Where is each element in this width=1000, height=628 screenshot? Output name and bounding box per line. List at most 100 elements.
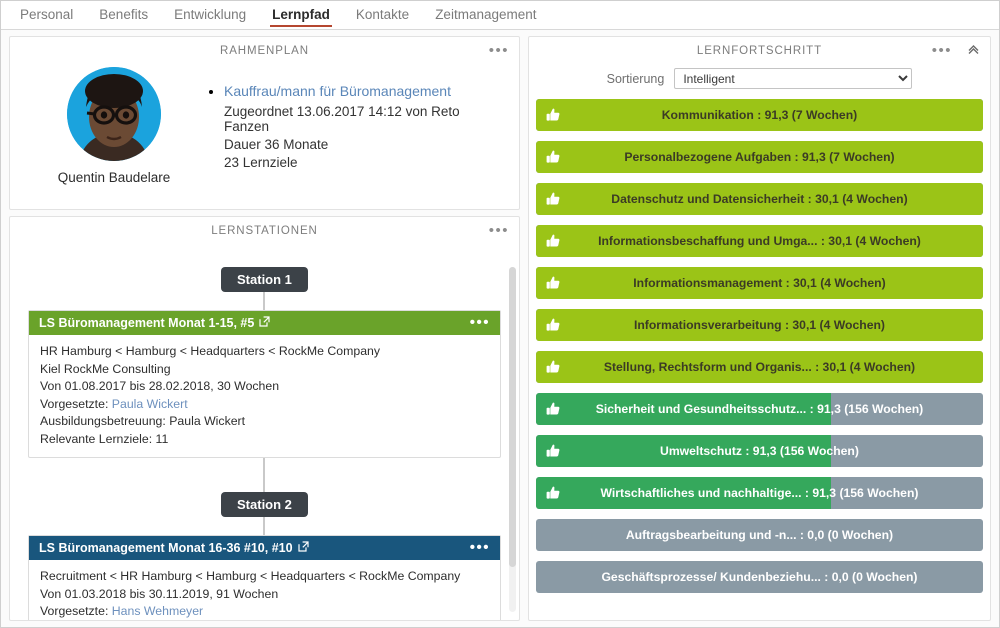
- station-detail-line: Ausbildungsbetreuung: Paula Wickert: [40, 414, 246, 428]
- supervisor-link[interactable]: Paula Wickert: [112, 397, 188, 411]
- page-body: RAHMENPLAN ••• Quentin Baudelare • Kauff…: [1, 30, 999, 627]
- thumbs-up-icon: [546, 444, 561, 459]
- station-detail-line: Vorgesetzte: Paula Wickert: [40, 396, 489, 414]
- station-menu-icon[interactable]: •••: [470, 315, 490, 330]
- progress-bar-label: Wirtschaftliches und nachhaltige... : 91…: [600, 486, 919, 500]
- thumbs-up-icon: [546, 486, 561, 501]
- progress-bar[interactable]: Stellung, Rechtsform und Organis... : 30…: [535, 351, 983, 383]
- station-card-header: LS Büromanagement Monat 1-15, #5 •••: [29, 311, 500, 335]
- plan-link[interactable]: Kauffrau/mann für Büromanagement: [224, 83, 451, 99]
- stations-list: Station 1 LS Büromanagement Monat 1-15, #…: [10, 245, 519, 620]
- nav-tab-lernpfad[interactable]: Lernpfad: [259, 3, 343, 28]
- thumbs-up-icon: [546, 108, 561, 123]
- station-card-body: Recruitment < HR Hamburg < Hamburg < Hea…: [29, 560, 500, 620]
- progress-bar[interactable]: Sicherheit und Gesundheitsschutz... : 91…: [535, 393, 983, 425]
- sort-row: Sortierung Intelligent: [529, 65, 990, 99]
- lernfortschritt-title: LERNFORTSCHRITT: [696, 45, 823, 57]
- thumbs-up-icon: [546, 234, 561, 249]
- station-title-wrap: LS Büromanagement Monat 1-15, #5: [39, 316, 270, 330]
- plan-list: Kauffrau/mann für Büromanagement Zugeord…: [204, 83, 505, 170]
- nav-tab-entwicklung[interactable]: Entwicklung: [161, 3, 259, 28]
- collapse-icon[interactable]: [967, 43, 980, 59]
- station-detail-line: Kiel RockMe Consulting: [40, 361, 171, 376]
- supervisor-link[interactable]: Hans Wehmeyer: [112, 604, 203, 618]
- progress-bar-label: Informationsmanagement : 30,1 (4 Wochen): [633, 276, 886, 290]
- progress-bar[interactable]: Informationsverarbeitung : 30,1 (4 Woche…: [535, 309, 983, 341]
- station-detail-line: Von 01.08.2017 bis 28.02.2018, 30 Wochen: [40, 379, 280, 393]
- lernfortschritt-card: LERNFORTSCHRITT ••• Sortierung Intellige…: [527, 36, 991, 621]
- progress-bar-label: Geschäftsprozesse/ Kundenbeziehu... : 0,…: [601, 570, 918, 584]
- station-detail-text: Vorgesetzte:: [40, 604, 112, 618]
- station-pill-wrap: Station 2: [24, 492, 505, 517]
- plan-duration: Dauer 36 Monate: [224, 137, 329, 152]
- external-link-icon[interactable]: [259, 316, 270, 330]
- thumbs-up-icon: [546, 402, 561, 417]
- progress-bar[interactable]: Geschäftsprozesse/ Kundenbeziehu... : 0,…: [535, 561, 983, 593]
- sort-select[interactable]: Intelligent: [674, 68, 913, 89]
- app-window: Personal Benefits Entwicklung Lernpfad Konta…: [0, 0, 1000, 628]
- lernstationen-card: LERNSTATIONEN ••• Station 1 LS Büromanage…: [9, 216, 520, 621]
- station-connector: [263, 292, 266, 310]
- employee-name: Quentin Baudelare: [57, 170, 171, 185]
- plan-goals: 23 Lernziele: [224, 155, 298, 170]
- nav-tab-personal[interactable]: Personal: [7, 3, 86, 28]
- lernfortschritt-header: LERNFORTSCHRITT •••: [529, 37, 990, 65]
- progress-bars: Kommunikation : 91,3 (7 Wochen) Personalb…: [529, 99, 990, 593]
- plan-info: Kauffrau/mann für Büromanagement Zugeord…: [204, 65, 505, 185]
- nav-tab-zeitmanagement[interactable]: Zeitmanagement: [422, 3, 549, 28]
- progress-bar-label: Umweltschutz : 91,3 (156 Wochen): [660, 444, 859, 458]
- progress-bar-label: Auftragsbearbeitung und -n... : 0,0 (0 W…: [625, 528, 894, 542]
- station-pill: Station 1: [221, 267, 308, 292]
- station-detail-text: Vorgesetzte:: [40, 396, 112, 411]
- progress-bar[interactable]: Informationsbeschaffung und Umga... : 30…: [535, 225, 983, 257]
- avatar: [67, 67, 161, 161]
- rahmenplan-header: RAHMENPLAN •••: [10, 37, 519, 65]
- station-card: LS Büromanagement Monat 16-36 #10, #10 ••…: [28, 535, 501, 620]
- right-column: LERNFORTSCHRITT ••• Sortierung Intellige…: [527, 36, 991, 621]
- thumbs-up-icon: [546, 360, 561, 375]
- progress-bar[interactable]: Kommunikation : 91,3 (7 Wochen): [535, 99, 983, 131]
- station-detail-line: Vorgesetzte: Hans Wehmeyer: [40, 603, 489, 620]
- thumbs-up-icon: [546, 276, 561, 291]
- station-detail-line: Relevante Lernziele: 11: [40, 431, 169, 446]
- stations-scrollbar[interactable]: [508, 267, 516, 612]
- lernfortschritt-menu-icon[interactable]: •••: [932, 43, 952, 58]
- left-column: RAHMENPLAN ••• Quentin Baudelare • Kauff…: [9, 36, 520, 621]
- thumbs-up-icon: [546, 318, 561, 333]
- progress-bar[interactable]: Informationsmanagement : 30,1 (4 Wochen): [535, 267, 983, 299]
- main-navigation: Personal Benefits Entwicklung Lernpfad Konta…: [1, 1, 999, 30]
- external-link-icon[interactable]: [297, 541, 309, 555]
- thumbs-up-icon: [546, 192, 561, 207]
- rahmenplan-title: RAHMENPLAN: [220, 45, 309, 57]
- progress-bar-label: Kommunikation : 91,3 (7 Wochen): [661, 108, 858, 122]
- station-detail-line: HR Hamburg < Hamburg < Headquarters < Ro…: [40, 344, 381, 358]
- station-card-body: HR Hamburg < Hamburg < Headquarters < Ro…: [29, 335, 500, 457]
- rahmenplan-card: RAHMENPLAN ••• Quentin Baudelare • Kauff…: [9, 36, 520, 210]
- lernstationen-menu-icon[interactable]: •••: [489, 223, 509, 238]
- station-pill: Station 2: [221, 492, 308, 517]
- rahmenplan-body: Quentin Baudelare Kauffrau/mann für Büro…: [10, 65, 519, 185]
- rahmenplan-menu-icon[interactable]: •••: [489, 43, 509, 58]
- progress-bar[interactable]: Umweltschutz : 91,3 (156 Wochen): [535, 435, 983, 467]
- progress-bar[interactable]: Personalbezogene Aufgaben : 91,3 (7 Woch…: [535, 141, 983, 173]
- station-card: LS Büromanagement Monat 1-15, #5 ••• HR Ha…: [28, 310, 501, 458]
- nav-tab-kontakte[interactable]: Kontakte: [343, 3, 422, 28]
- employee-block: Quentin Baudelare: [24, 65, 204, 185]
- plan-assigned: Zugeordnet 13.06.2017 14:12 von Reto Fan…: [224, 104, 460, 134]
- station-connector: [263, 517, 266, 535]
- progress-bar-label: Personalbezogene Aufgaben : 91,3 (7 Woch…: [624, 150, 895, 164]
- station-pill-wrap: Station 1: [24, 267, 505, 292]
- lernstationen-header: LERNSTATIONEN •••: [10, 217, 519, 245]
- station-menu-icon[interactable]: •••: [470, 540, 490, 555]
- lernstationen-title: LERNSTATIONEN: [211, 225, 318, 237]
- stations-scrollbar-thumb[interactable]: [508, 267, 516, 567]
- progress-bar-label: Sicherheit und Gesundheitsschutz... : 91…: [595, 402, 924, 416]
- progress-bar[interactable]: Datenschutz und Datensicherheit : 30,1 (…: [535, 183, 983, 215]
- station-title[interactable]: LS Büromanagement Monat 1-15, #5: [39, 316, 254, 330]
- progress-bar[interactable]: Wirtschaftliches und nachhaltige... : 91…: [535, 477, 983, 509]
- thumbs-up-icon: [546, 150, 561, 165]
- nav-tab-benefits[interactable]: Benefits: [86, 3, 161, 28]
- progress-bar[interactable]: Auftragsbearbeitung und -n... : 0,0 (0 W…: [535, 519, 983, 551]
- station-title[interactable]: LS Büromanagement Monat 16-36 #10, #10: [39, 541, 293, 555]
- sort-label: Sortierung: [606, 71, 665, 86]
